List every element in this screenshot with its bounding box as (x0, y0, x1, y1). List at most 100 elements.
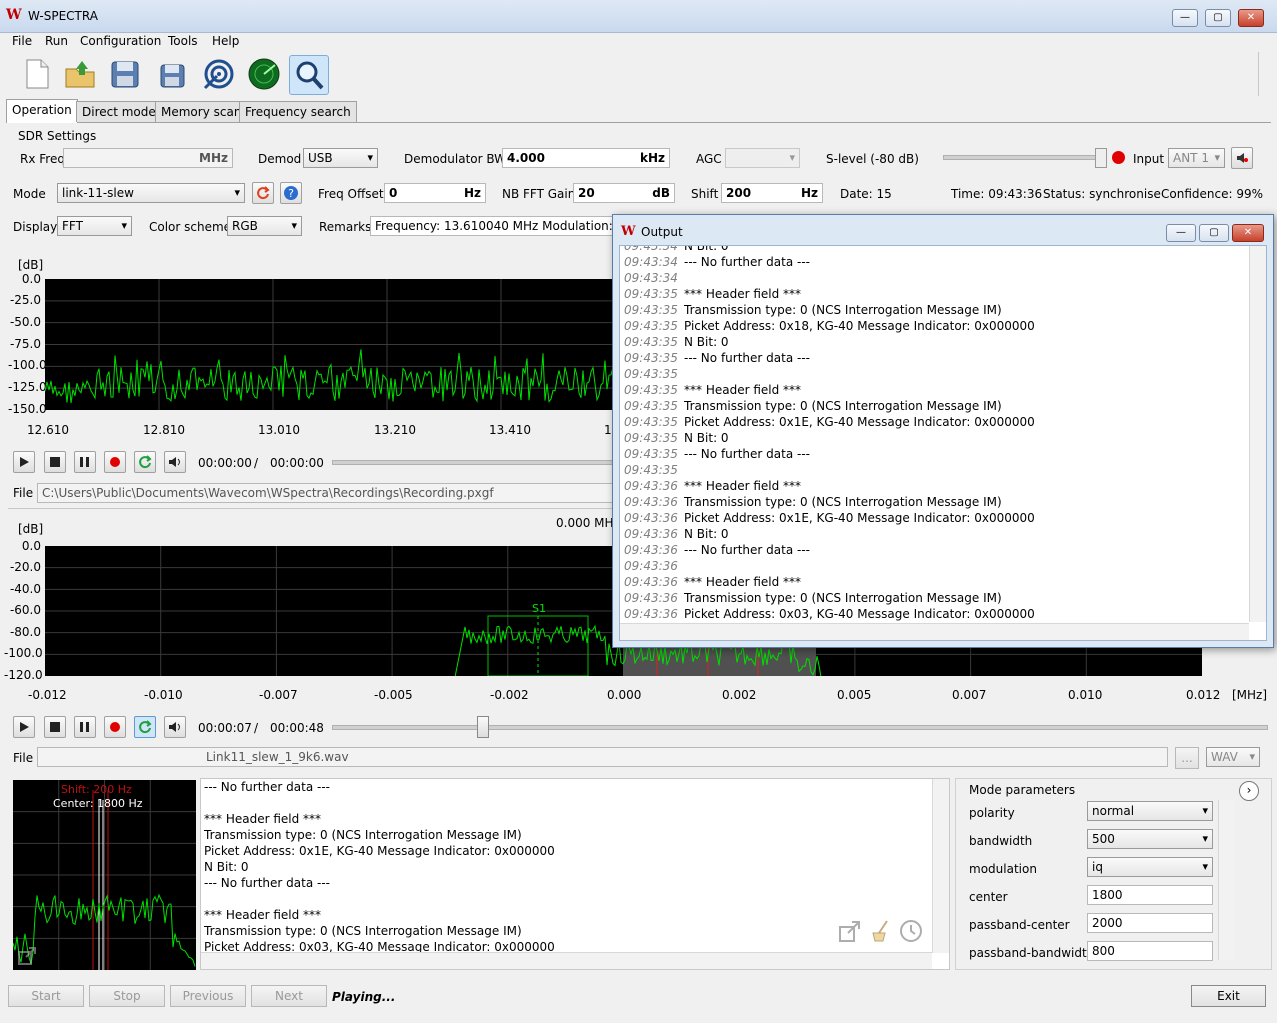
magnifier-icon[interactable] (289, 55, 329, 95)
save-as-icon[interactable] (152, 55, 190, 93)
pause-button-2[interactable] (74, 716, 96, 738)
open-folder-icon[interactable] (61, 55, 99, 93)
output-log-message: --- No further data --- (684, 447, 810, 461)
volume-button-1[interactable] (164, 451, 186, 473)
output-log-hscroll[interactable] (620, 623, 1249, 640)
loop-button-2[interactable] (134, 716, 156, 738)
menu-help[interactable]: Help (212, 32, 239, 50)
decoder-output-hscroll[interactable] (201, 952, 932, 969)
target-icon[interactable] (200, 55, 238, 93)
color-scheme-select[interactable]: RGB (227, 216, 302, 236)
mode-param-bandwidth[interactable]: 500 (1087, 829, 1213, 849)
input-select[interactable]: ANT 1 (1168, 148, 1225, 168)
slevel-handle[interactable] (1095, 148, 1107, 168)
tab-frequency-search[interactable]: Frequency search (239, 101, 357, 122)
decoder-output-line (204, 891, 555, 907)
rx-freq-field[interactable]: MHz (63, 148, 233, 168)
output-log[interactable]: 09:43:34 N Bit: 0 09:43:34 --- No further d… (619, 245, 1267, 641)
close-button[interactable]: ✕ (1238, 9, 1264, 27)
menu-run[interactable]: Run (45, 32, 68, 50)
file2-format-select[interactable]: WAV (1206, 747, 1260, 767)
new-file-icon[interactable] (18, 55, 56, 93)
output-log-row: 09:43:36 Picket Address: 0x03, KG-40 Mess… (624, 606, 1035, 622)
clock-icon[interactable] (899, 919, 923, 946)
menu-configuration[interactable]: Configuration (80, 32, 161, 50)
pause-button-1[interactable] (74, 451, 96, 473)
player2-seek-handle[interactable] (477, 716, 489, 738)
player1-seek[interactable] (332, 460, 614, 465)
mode-params-vscroll[interactable] (1218, 800, 1235, 960)
play-button-1[interactable] (13, 451, 35, 473)
file2-browse-button[interactable]: ... (1175, 747, 1199, 769)
demod-bw-field[interactable]: 4.000 kHz (502, 148, 670, 168)
remarks-label: Remarks (319, 220, 372, 234)
spectrum2-x-tick: -0.012 (28, 688, 67, 702)
freq-offset-field[interactable]: 0 Hz (384, 183, 486, 203)
mode-select[interactable]: link-11-slew (57, 183, 245, 203)
refresh-icon[interactable] (252, 182, 274, 204)
output-log-time: 09:43:35 (624, 287, 678, 301)
exit-button[interactable]: Exit (1191, 985, 1266, 1007)
agc-select[interactable] (725, 148, 800, 168)
shift-field[interactable]: 200 Hz (721, 183, 823, 203)
decoder-output[interactable]: --- No further data --- *** Header field … (200, 778, 950, 970)
next-button[interactable]: Next (251, 985, 327, 1007)
menu-tools[interactable]: Tools (168, 32, 198, 50)
demod-select[interactable]: USB (303, 148, 378, 168)
export-icon[interactable] (838, 919, 862, 946)
start-button[interactable]: Start (8, 985, 84, 1007)
help-icon[interactable]: ? (280, 182, 302, 204)
output-log-message: --- No further data --- (684, 543, 810, 557)
radar-icon[interactable] (245, 55, 283, 93)
mode-param-passband-center[interactable]: 2000 (1087, 913, 1213, 933)
tab-operation[interactable]: Operation (6, 99, 78, 123)
remarks-field[interactable]: Frequency: 13.610040 MHz Modulation: (370, 216, 615, 236)
output-log-message: Transmission type: 0 (NCS Interrogation … (684, 303, 1002, 317)
file1-path[interactable]: C:\Users\Public\Documents\Wavecom\WSpect… (37, 483, 615, 503)
previous-button[interactable]: Previous (170, 985, 246, 1007)
mini-shift-text: Shift: 200 Hz (61, 783, 132, 796)
mode-param-polarity[interactable]: normal (1087, 801, 1213, 821)
record-button-2[interactable] (104, 716, 126, 738)
decoder-output-vscroll[interactable] (932, 779, 949, 953)
spectrum1-plot[interactable] (44, 279, 616, 410)
output-log-time: 09:43:35 (624, 367, 678, 381)
stop-button-2[interactable] (44, 716, 66, 738)
output-log-row: 09:43:36 Transmission type: 0 (NCS Interr… (624, 494, 1035, 510)
loop-button-1[interactable] (134, 451, 156, 473)
output-log-vscroll[interactable] (1249, 246, 1266, 622)
tab-memory-scan[interactable]: Memory scan (155, 101, 248, 122)
display-select[interactable]: FFT (57, 216, 132, 236)
volume-button-2[interactable] (164, 716, 186, 738)
player2-seek[interactable] (332, 725, 1268, 730)
nb-fft-label: NB FFT Gain (502, 187, 576, 201)
output-maximize-button[interactable]: ▢ (1199, 224, 1229, 242)
save-icon[interactable] (106, 55, 144, 93)
mode-param-center[interactable]: 1800 (1087, 885, 1213, 905)
tab-direct-mode[interactable]: Direct mode (76, 101, 162, 122)
output-close-button[interactable]: ✕ (1232, 224, 1264, 242)
popout-icon[interactable] (17, 946, 37, 966)
record-button-1[interactable] (104, 451, 126, 473)
play-button-2[interactable] (13, 716, 35, 738)
minimize-button[interactable]: — (1172, 9, 1198, 27)
spectrum1-y-tick: -150.0 (8, 402, 47, 416)
mode-param-passband-bandwidth[interactable]: 800 (1087, 941, 1213, 961)
mute-icon[interactable] (1231, 147, 1253, 169)
output-log-row: 09:43:35 Picket Address: 0x1E, KG-40 Mess… (624, 414, 1035, 430)
clear-broom-icon[interactable] (869, 919, 893, 946)
toolbar-scroll[interactable] (1258, 52, 1269, 96)
nb-fft-field[interactable]: 20 dB (573, 183, 675, 203)
output-minimize-button[interactable]: — (1166, 224, 1196, 242)
file2-path[interactable]: Link11_slew_1_9k6.wav (37, 747, 1168, 767)
spectrum2-x-tick: 0.002 (722, 688, 757, 702)
stop-button[interactable]: Stop (89, 985, 165, 1007)
output-log-message: *** Header field *** (684, 383, 802, 397)
maximize-button[interactable]: ▢ (1205, 9, 1231, 27)
chevron-right-icon[interactable]: › (1239, 781, 1259, 801)
output-log-time: 09:43:36 (624, 543, 678, 557)
mini-spectrum[interactable]: Shift: 200 Hz Center: 1800 Hz (12, 780, 196, 970)
stop-button-1[interactable] (44, 451, 66, 473)
menu-file[interactable]: File (12, 32, 32, 50)
mode-param-modulation[interactable]: iq (1087, 857, 1213, 877)
